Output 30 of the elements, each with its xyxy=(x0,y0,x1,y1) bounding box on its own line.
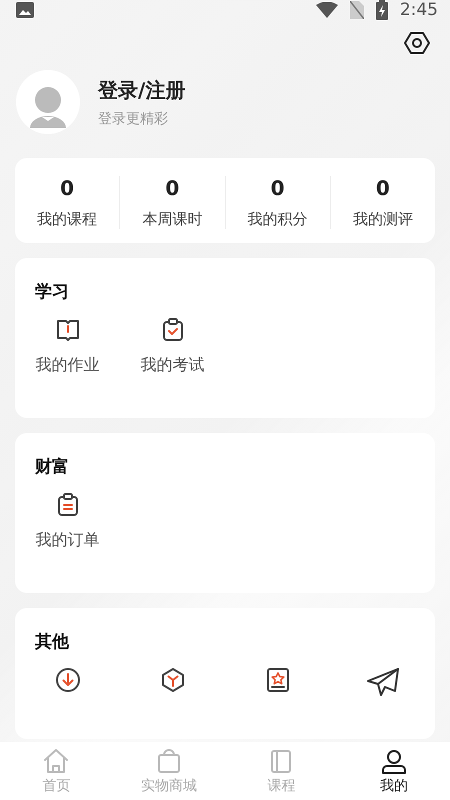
paper-plane-icon xyxy=(366,667,400,697)
login-title[interactable]: 登录/注册 xyxy=(98,76,186,104)
section-title: 其他 xyxy=(34,631,70,654)
section-title: 财富 xyxy=(34,456,70,479)
stat-value: 0 xyxy=(376,176,390,200)
no-sim-icon xyxy=(350,1,364,19)
home-icon xyxy=(42,748,70,774)
star-badge-icon xyxy=(264,667,290,693)
stat-label[interactable]: 我的课程 xyxy=(37,210,98,229)
menu-item-label[interactable]: 我的订单 xyxy=(36,530,100,551)
menu-item-label[interactable]: 我的作业 xyxy=(36,355,100,376)
stat-value: 0 xyxy=(60,176,74,200)
stat-value: 0 xyxy=(270,176,285,200)
stat-value: 0 xyxy=(165,176,180,200)
section-title: 学习 xyxy=(34,281,70,304)
status-time: 2:45 xyxy=(400,0,438,20)
stat-label[interactable]: 本周课时 xyxy=(142,210,202,229)
menu-item-label[interactable]: 我的考试 xyxy=(140,355,204,376)
image-icon xyxy=(16,2,34,18)
download-circle-icon xyxy=(54,667,80,693)
battery-charging-icon xyxy=(376,0,388,20)
hexagon-icon xyxy=(160,667,186,693)
settings-icon[interactable] xyxy=(404,30,430,56)
stat-label[interactable]: 我的积分 xyxy=(248,210,308,229)
wifi-icon xyxy=(316,2,338,18)
nav-tab[interactable]: 我的 xyxy=(338,742,450,800)
user-icon xyxy=(380,748,408,774)
book-icon xyxy=(54,317,80,343)
login-subtitle: 登录更精彩 xyxy=(98,110,169,128)
stat-label[interactable]: 我的测评 xyxy=(352,210,413,229)
